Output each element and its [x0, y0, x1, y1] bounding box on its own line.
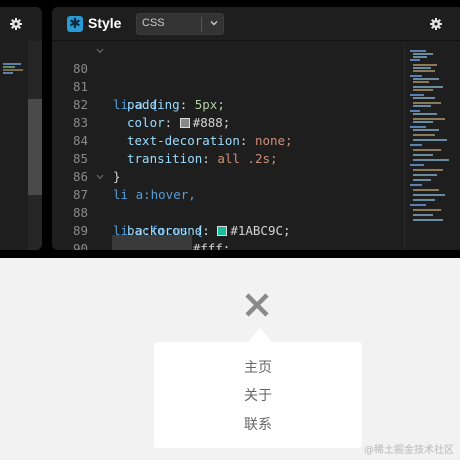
style-editor-panel: ✱ Style CSS 80 li a {81 padding: 5px; 8… — [52, 7, 460, 250]
left-panel-header — [0, 7, 42, 41]
fold-chevron-icon[interactable] — [96, 48, 104, 54]
fold-chevron-icon[interactable] — [96, 174, 104, 180]
chevron-down-icon — [210, 21, 218, 26]
gear-icon[interactable] — [430, 18, 442, 30]
close-icon[interactable] — [244, 292, 270, 318]
code-line: 84 transition: all .2s; — [52, 114, 404, 166]
watermark: @稀土掘金技术社区 — [364, 445, 454, 456]
code-line: 91 — [52, 240, 404, 250]
code-line: 90 } — [52, 222, 404, 250]
language-select-divider — [201, 17, 202, 32]
code-area[interactable]: 80 li a { 81 padding: 5px; 82 color: #88… — [52, 42, 404, 250]
dropdown-menu: 主页 关于 联系 — [154, 342, 362, 448]
editor-area: ✱ Style CSS 80 li a {81 padding: 5px; 8… — [0, 0, 460, 258]
language-select[interactable]: CSS — [136, 13, 224, 35]
menu-pointer-arrow — [248, 328, 272, 342]
code-line: 87 li a:focus { — [52, 168, 404, 238]
editor-header: ✱ Style CSS — [52, 7, 460, 41]
left-minimap — [0, 41, 28, 250]
menu-item-contact[interactable]: 联系 — [154, 412, 362, 438]
language-select-value: CSS — [142, 17, 165, 29]
horizontal-scrollbar-thumb[interactable] — [112, 235, 192, 250]
code-line: 80 li a { — [52, 42, 404, 112]
code-line: 85 } — [52, 132, 404, 184]
gear-icon[interactable] — [10, 18, 22, 30]
editor-title: Style — [88, 15, 122, 31]
code-line: 89 color: #fff; — [52, 204, 404, 250]
left-panel — [0, 7, 42, 250]
left-scrollbar-thumb[interactable] — [28, 99, 42, 195]
code-line: 86 li a:hover, — [52, 150, 404, 202]
code-line: 88 background: #1ABC9C; — [52, 186, 404, 238]
code-line: 82 color: #888; — [52, 78, 404, 130]
code-line: 83 text-decoration: none; — [52, 96, 404, 148]
asterisk-icon: ✱ — [67, 16, 83, 32]
minimap[interactable] — [404, 42, 460, 250]
code-line: 81 padding: 5px; — [52, 60, 404, 112]
menu-item-about[interactable]: 关于 — [154, 383, 362, 409]
menu-item-home[interactable]: 主页 — [154, 355, 362, 381]
